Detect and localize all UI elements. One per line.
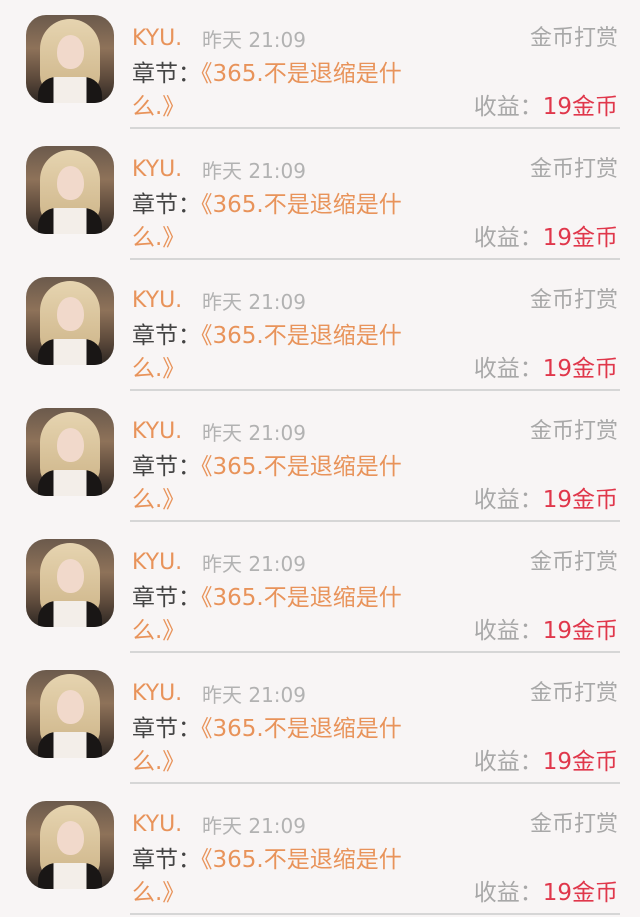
chapter-title[interactable]: 《365.不是退缩是什 <box>201 585 402 611</box>
notification-item[interactable]: KYU. 昨天 21:09 金币打赏 章节：《365.不是退缩是什 么.》 收益… <box>0 655 640 786</box>
earnings-value: 19金币 <box>542 880 618 906</box>
divider <box>130 127 620 129</box>
chapter-line: 章节：《365.不是退缩是什 <box>132 451 402 483</box>
avatar[interactable] <box>26 15 114 103</box>
action-label: 金币打赏 <box>529 157 618 182</box>
avatar[interactable] <box>26 146 114 234</box>
earnings: 收益：19金币 <box>474 746 618 778</box>
earnings-label: 收益： <box>473 618 543 644</box>
action-label: 金币打赏 <box>529 812 618 837</box>
notification-item[interactable]: KYU. 昨天 21:09 金币打赏 章节：《365.不是退缩是什 么.》 收益… <box>0 131 640 262</box>
user-name[interactable]: KYU. <box>132 24 182 54</box>
chapter-label: 章节： <box>132 192 201 218</box>
chapter-line: 章节：《365.不是退缩是什 <box>132 58 402 90</box>
chapter-title-end[interactable]: 么.》 <box>132 484 185 516</box>
notification-item[interactable]: KYU. 昨天 21:09 金币打赏 章节：《365.不是退缩是什 么.》 收益… <box>0 262 640 393</box>
notification-item[interactable]: KYU. 昨天 21:09 金币打赏 章节：《365.不是退缩是什 么.》 收益… <box>0 0 640 131</box>
chapter-title-end[interactable]: 么.》 <box>132 91 185 123</box>
action-label: 金币打赏 <box>529 26 618 51</box>
earnings-value: 19金币 <box>542 487 618 513</box>
chapter-title-end[interactable]: 么.》 <box>132 222 185 254</box>
earnings: 收益：19金币 <box>474 484 618 516</box>
action-label: 金币打赏 <box>529 681 618 706</box>
chapter-title[interactable]: 《365.不是退缩是什 <box>201 61 402 87</box>
avatar[interactable] <box>26 801 114 889</box>
action-label: 金币打赏 <box>529 550 618 575</box>
timestamp: 昨天 21:09 <box>202 421 306 445</box>
notification-item[interactable]: KYU. 昨天 21:09 金币打赏 章节：《365.不是退缩是什 么.》 收益… <box>0 393 640 524</box>
user-name[interactable]: KYU. <box>132 810 182 840</box>
chapter-title-end[interactable]: 么.》 <box>132 877 185 909</box>
divider <box>130 782 620 784</box>
chapter-title-end[interactable]: 么.》 <box>132 353 185 385</box>
action-label: 金币打赏 <box>529 288 618 313</box>
divider <box>130 520 620 522</box>
earnings: 收益：19金币 <box>474 222 618 254</box>
chapter-line: 章节：《365.不是退缩是什 <box>132 320 402 352</box>
earnings-value: 19金币 <box>542 356 618 382</box>
earnings-label: 收益： <box>473 880 543 906</box>
timestamp: 昨天 21:09 <box>202 28 306 52</box>
timestamp: 昨天 21:09 <box>202 290 306 314</box>
timestamp: 昨天 21:09 <box>202 552 306 576</box>
chapter-line: 章节：《365.不是退缩是什 <box>132 582 402 614</box>
earnings-label: 收益： <box>473 225 543 251</box>
earnings-label: 收益： <box>473 487 543 513</box>
timestamp: 昨天 21:09 <box>202 683 306 707</box>
avatar[interactable] <box>26 277 114 365</box>
user-name[interactable]: KYU. <box>132 417 182 447</box>
earnings-label: 收益： <box>473 356 543 382</box>
chapter-title[interactable]: 《365.不是退缩是什 <box>201 454 402 480</box>
earnings: 收益：19金币 <box>474 877 618 909</box>
earnings-value: 19金币 <box>542 618 618 644</box>
chapter-title[interactable]: 《365.不是退缩是什 <box>201 192 402 218</box>
timestamp: 昨天 21:09 <box>202 159 306 183</box>
avatar[interactable] <box>26 670 114 758</box>
earnings: 收益：19金币 <box>474 615 618 647</box>
user-name[interactable]: KYU. <box>132 548 182 578</box>
divider <box>130 651 620 653</box>
chapter-title-end[interactable]: 么.》 <box>132 615 185 647</box>
chapter-line: 章节：《365.不是退缩是什 <box>132 713 402 745</box>
chapter-title-end[interactable]: 么.》 <box>132 746 185 778</box>
user-name[interactable]: KYU. <box>132 286 182 316</box>
divider <box>130 913 620 915</box>
chapter-label: 章节： <box>132 847 201 873</box>
chapter-label: 章节： <box>132 585 201 611</box>
chapter-line: 章节：《365.不是退缩是什 <box>132 189 402 221</box>
earnings: 收益：19金币 <box>474 353 618 385</box>
avatar[interactable] <box>26 408 114 496</box>
chapter-label: 章节： <box>132 61 201 87</box>
divider <box>130 389 620 391</box>
chapter-title[interactable]: 《365.不是退缩是什 <box>201 847 402 873</box>
earnings: 收益：19金币 <box>474 91 618 123</box>
chapter-label: 章节： <box>132 323 201 349</box>
timestamp: 昨天 21:09 <box>202 814 306 838</box>
chapter-label: 章节： <box>132 716 201 742</box>
notification-list: KYU. 昨天 21:09 金币打赏 章节：《365.不是退缩是什 么.》 收益… <box>0 0 640 917</box>
user-name[interactable]: KYU. <box>132 155 182 185</box>
chapter-title[interactable]: 《365.不是退缩是什 <box>201 716 402 742</box>
divider <box>130 258 620 260</box>
chapter-title[interactable]: 《365.不是退缩是什 <box>201 323 402 349</box>
earnings-label: 收益： <box>473 94 543 120</box>
earnings-label: 收益： <box>473 749 543 775</box>
avatar[interactable] <box>26 539 114 627</box>
earnings-value: 19金币 <box>542 225 618 251</box>
chapter-label: 章节： <box>132 454 201 480</box>
notification-item[interactable]: KYU. 昨天 21:09 金币打赏 章节：《365.不是退缩是什 么.》 收益… <box>0 786 640 917</box>
action-label: 金币打赏 <box>529 419 618 444</box>
notification-item[interactable]: KYU. 昨天 21:09 金币打赏 章节：《365.不是退缩是什 么.》 收益… <box>0 524 640 655</box>
earnings-value: 19金币 <box>542 749 618 775</box>
chapter-line: 章节：《365.不是退缩是什 <box>132 844 402 876</box>
user-name[interactable]: KYU. <box>132 679 182 709</box>
earnings-value: 19金币 <box>542 94 618 120</box>
